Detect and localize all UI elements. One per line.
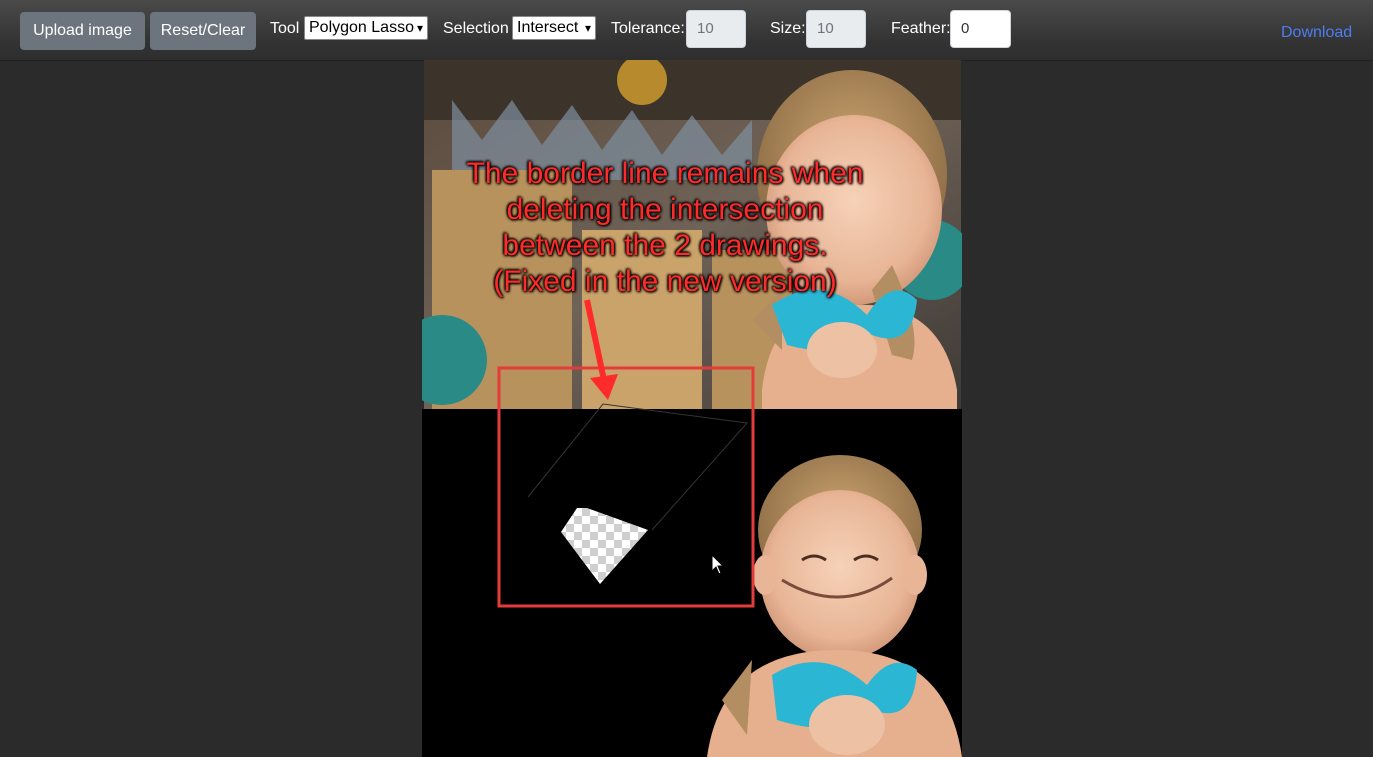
size-label: Size: bbox=[770, 20, 806, 37]
chevron-down-icon: ▾ bbox=[584, 21, 591, 35]
annotation-line-2: deleting the intersection bbox=[506, 193, 824, 226]
reset-clear-button[interactable]: Reset/Clear bbox=[150, 12, 256, 50]
tolerance-input[interactable]: 10 bbox=[686, 10, 746, 48]
selection-select[interactable]: Intersect ▾ bbox=[512, 16, 596, 40]
size-input[interactable]: 10 bbox=[806, 10, 866, 48]
toolbar: Upload image Reset/Clear Tool Polygon La… bbox=[0, 0, 1373, 61]
upload-image-button[interactable]: Upload image bbox=[20, 12, 145, 50]
tool-select-value: Polygon Lasso bbox=[309, 19, 414, 36]
tool-select[interactable]: Polygon Lasso ▾ bbox=[304, 16, 428, 40]
feather-label: Feather: bbox=[891, 20, 951, 37]
annotation-line-4: (Fixed in the new version) bbox=[493, 265, 837, 298]
tolerance-label: Tolerance: bbox=[611, 20, 685, 37]
tool-label: Tool bbox=[270, 20, 300, 37]
download-link[interactable]: Download bbox=[1281, 24, 1352, 42]
selection-select-value: Intersect bbox=[517, 19, 579, 36]
chevron-down-icon: ▾ bbox=[416, 21, 423, 35]
feather-input[interactable]: 0 bbox=[950, 10, 1011, 48]
mouse-cursor-icon bbox=[711, 554, 725, 575]
annotation-line-3: between the 2 drawings. bbox=[502, 229, 828, 262]
selection-label: Selection bbox=[443, 20, 509, 37]
annotation-line-1: The border line remains when bbox=[466, 157, 864, 190]
